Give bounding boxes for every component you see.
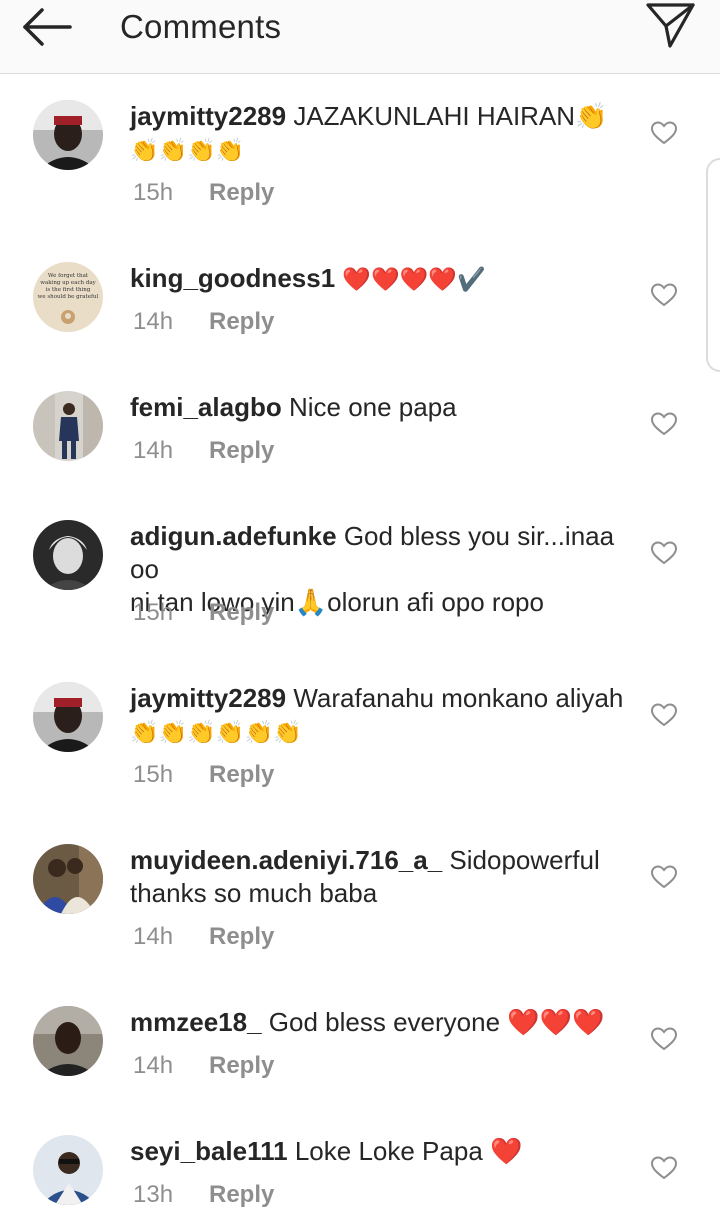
avatar[interactable] (33, 682, 103, 752)
comment-username[interactable]: jaymitty2289 (130, 683, 286, 713)
comment-time: 15h (133, 179, 174, 206)
reply-button[interactable]: Reply (209, 437, 274, 464)
comment-text: mmzee18_ God bless everyone ❤️❤️❤️ (130, 1006, 630, 1039)
heart-icon (650, 1027, 678, 1051)
comment-meta: 14h Reply (133, 1052, 274, 1080)
comment-username[interactable]: king_goodness1 (130, 263, 335, 293)
comment-text: king_goodness1 ❤️❤️❤️❤️✔️ (130, 262, 630, 296)
comment-body: God bless everyone ❤️❤️❤️ (268, 1007, 605, 1037)
like-button[interactable] (650, 282, 678, 308)
comment-body-line2: thanks so much baba (130, 878, 378, 908)
svg-text:waking up each day: waking up each day (40, 280, 96, 286)
comment-text: jaymitty2289 JAZAKUNLAHI HAIRAN👏 👏👏👏👏 (130, 100, 630, 167)
comment-text: seyi_bale111 Loke Loke Papa ❤️ (130, 1135, 630, 1168)
svg-text:We forget that: We forget that (48, 273, 89, 279)
comment-body: Sidopowerful (449, 845, 600, 875)
comment-body-line2: 👏👏👏👏👏👏 (130, 719, 302, 745)
comment-time: 14h (133, 1052, 174, 1079)
heart-icon (650, 1156, 678, 1180)
svg-text:we should be grateful: we should be grateful (38, 294, 99, 300)
avatar[interactable] (33, 391, 103, 461)
comment-text: femi_alagbo Nice one papa (130, 391, 630, 424)
heart-icon (650, 121, 678, 145)
heart-icon (650, 412, 678, 436)
comment-body-line2: 👏👏👏👏 (130, 137, 245, 163)
reply-button[interactable]: Reply (209, 1181, 274, 1208)
reply-button[interactable]: Reply (209, 179, 274, 206)
comment-time: 14h (133, 923, 174, 950)
comment-time: 15h (133, 761, 174, 788)
avatar[interactable]: We forget that waking up each day is the… (33, 262, 103, 332)
comment-meta: 15h Reply (133, 599, 274, 627)
paper-plane-icon (646, 3, 695, 48)
comment-meta: 14h Reply (133, 923, 274, 951)
like-button[interactable] (650, 1026, 678, 1052)
avatar[interactable] (33, 1006, 103, 1076)
comment-body: Nice one papa (288, 392, 457, 422)
heart-icon (650, 283, 678, 307)
reply-button[interactable]: Reply (209, 761, 274, 788)
comment-username[interactable]: femi_alagbo (130, 392, 282, 422)
reply-button[interactable]: Reply (209, 308, 274, 335)
arrow-left-icon (23, 8, 72, 46)
like-button[interactable] (650, 702, 678, 728)
comment-time: 15h (133, 599, 174, 626)
avatar[interactable] (33, 1135, 103, 1205)
page-title: Comments (120, 8, 282, 45)
like-button[interactable] (650, 864, 678, 890)
heart-icon (650, 703, 678, 727)
comment-meta: 15h Reply (133, 761, 274, 789)
comment-username[interactable]: muyideen.adeniyi.716_a_ (130, 845, 442, 875)
comment-time: 14h (133, 308, 174, 335)
heart-icon (650, 541, 678, 565)
comment-meta: 14h Reply (133, 308, 274, 336)
comment-body: Warafanahu monkano aliyah (293, 683, 624, 713)
comment-text: jaymitty2289 Warafanahu monkano aliyah 👏… (130, 682, 630, 749)
reply-button[interactable]: Reply (209, 599, 274, 626)
comment-username[interactable]: jaymitty2289 (130, 101, 286, 131)
comment-username[interactable]: seyi_bale111 (130, 1136, 288, 1166)
reply-button[interactable]: Reply (209, 1052, 274, 1079)
comment-body: ❤️❤️❤️❤️✔️ (342, 266, 486, 292)
comment-meta: 14h Reply (133, 437, 274, 465)
comment-meta: 13h Reply (133, 1181, 274, 1209)
like-button[interactable] (650, 1155, 678, 1181)
header-bar: Comments (0, 0, 720, 74)
avatar[interactable] (33, 100, 103, 170)
comment-username[interactable]: mmzee18_ (130, 1007, 262, 1037)
avatar[interactable] (33, 520, 103, 590)
like-button[interactable] (650, 120, 678, 146)
avatar[interactable] (33, 844, 103, 914)
comment-meta: 15h Reply (133, 179, 274, 207)
reply-button[interactable]: Reply (209, 923, 274, 950)
comment-time: 14h (133, 437, 174, 464)
side-scroll-handle[interactable] (706, 158, 720, 372)
svg-text:is the first thing: is the first thing (46, 287, 91, 293)
share-button[interactable] (644, 0, 696, 52)
like-button[interactable] (650, 411, 678, 437)
comment-time: 13h (133, 1181, 174, 1208)
comment-username[interactable]: adigun.adefunke (130, 521, 337, 551)
comment-body: Loke Loke Papa ❤️ (294, 1136, 523, 1166)
back-button[interactable] (22, 6, 74, 48)
heart-icon (650, 865, 678, 889)
like-button[interactable] (650, 540, 678, 566)
comment-body: JAZAKUNLAHI HAIRAN👏 (293, 101, 608, 131)
comment-text: muyideen.adeniyi.716_a_ Sidopowerful tha… (130, 844, 630, 910)
